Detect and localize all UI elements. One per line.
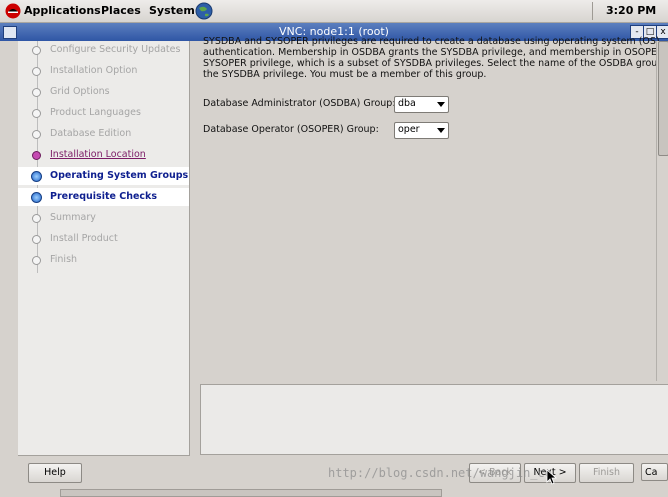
watermark-text: http://blog.csdn.net/wangjin_co [328, 466, 552, 480]
left-margin [0, 41, 18, 495]
step-finish: Finish [18, 251, 189, 269]
osoper-group-value: oper [398, 124, 420, 135]
places-menu[interactable]: Places [101, 4, 141, 17]
step-done-icon [32, 46, 41, 55]
redhat-logo-icon[interactable] [5, 3, 21, 19]
step-installation-option: Installation Option [18, 62, 189, 80]
steps-panel: Configure Security Updates Installation … [18, 41, 190, 456]
step-done-icon [32, 109, 41, 118]
cancel-button[interactable]: Ca [641, 463, 668, 481]
top-panel: Applications Places System 3:20 PM [0, 0, 668, 23]
system-menu[interactable]: System [149, 4, 195, 17]
step-done-icon [32, 67, 41, 76]
step-pending-icon [32, 214, 41, 223]
clock[interactable]: 3:20 PM [606, 4, 656, 17]
help-button[interactable]: Help [28, 463, 82, 483]
step-label: Installation Option [50, 65, 138, 76]
osdba-group-label: Database Administrator (OSDBA) Group: [203, 98, 396, 109]
step-pending-icon [32, 235, 41, 244]
installer-content: Configure Security Updates Installation … [0, 36, 668, 497]
step-label: Installation Location [50, 149, 146, 160]
step-grid-options: Grid Options [18, 83, 189, 101]
dropdown-arrow-icon [437, 102, 445, 107]
dropdown-arrow-icon [437, 128, 445, 133]
finish-button[interactable]: Finish [579, 463, 634, 483]
mouse-pointer-icon [546, 469, 558, 485]
step-configure-security-updates: Configure Security Updates [18, 41, 189, 59]
step-label: Install Product [50, 233, 118, 244]
step-label: Operating System Groups [50, 170, 189, 181]
step-label: Summary [50, 212, 96, 223]
applications-menu[interactable]: Applications [24, 4, 101, 17]
step-installation-location[interactable]: Installation Location [18, 146, 189, 164]
step-done-icon [32, 130, 41, 139]
step-current-icon [32, 151, 41, 160]
step-label: Prerequisite Checks [50, 191, 158, 202]
description-text: SYSDBA and SYSOPER privileges are requir… [203, 36, 668, 80]
step-label: Configure Security Updates [50, 44, 181, 55]
step-operating-system-groups[interactable]: Operating System Groups [18, 167, 189, 185]
step-pending-icon [32, 256, 41, 265]
osdba-group-value: dba [398, 98, 416, 109]
message-pane [200, 384, 668, 455]
osoper-group-label: Database Operator (OSOPER) Group: [203, 124, 379, 135]
bottom-taskbar-strip [60, 489, 442, 497]
step-summary: Summary [18, 209, 189, 227]
step-install-product: Install Product [18, 230, 189, 248]
scrollbar-thumb[interactable] [658, 41, 668, 156]
step-active-icon [31, 171, 42, 182]
osoper-group-select[interactable]: oper [394, 122, 449, 139]
step-product-languages: Product Languages [18, 104, 189, 122]
web-browser-launcher-icon[interactable] [195, 2, 213, 20]
step-done-icon [32, 88, 41, 97]
step-database-edition: Database Edition [18, 125, 189, 143]
step-label: Grid Options [50, 86, 110, 97]
step-label: Database Edition [50, 128, 132, 139]
osdba-group-select[interactable]: dba [394, 96, 449, 113]
step-active-icon [31, 192, 42, 203]
step-label: Product Languages [50, 107, 141, 118]
main-area: SYSDBA and SYSOPER privileges are requir… [190, 36, 668, 381]
step-prerequisite-checks[interactable]: Prerequisite Checks [18, 188, 189, 206]
panel-separator [592, 2, 593, 20]
step-label: Finish [50, 254, 78, 265]
